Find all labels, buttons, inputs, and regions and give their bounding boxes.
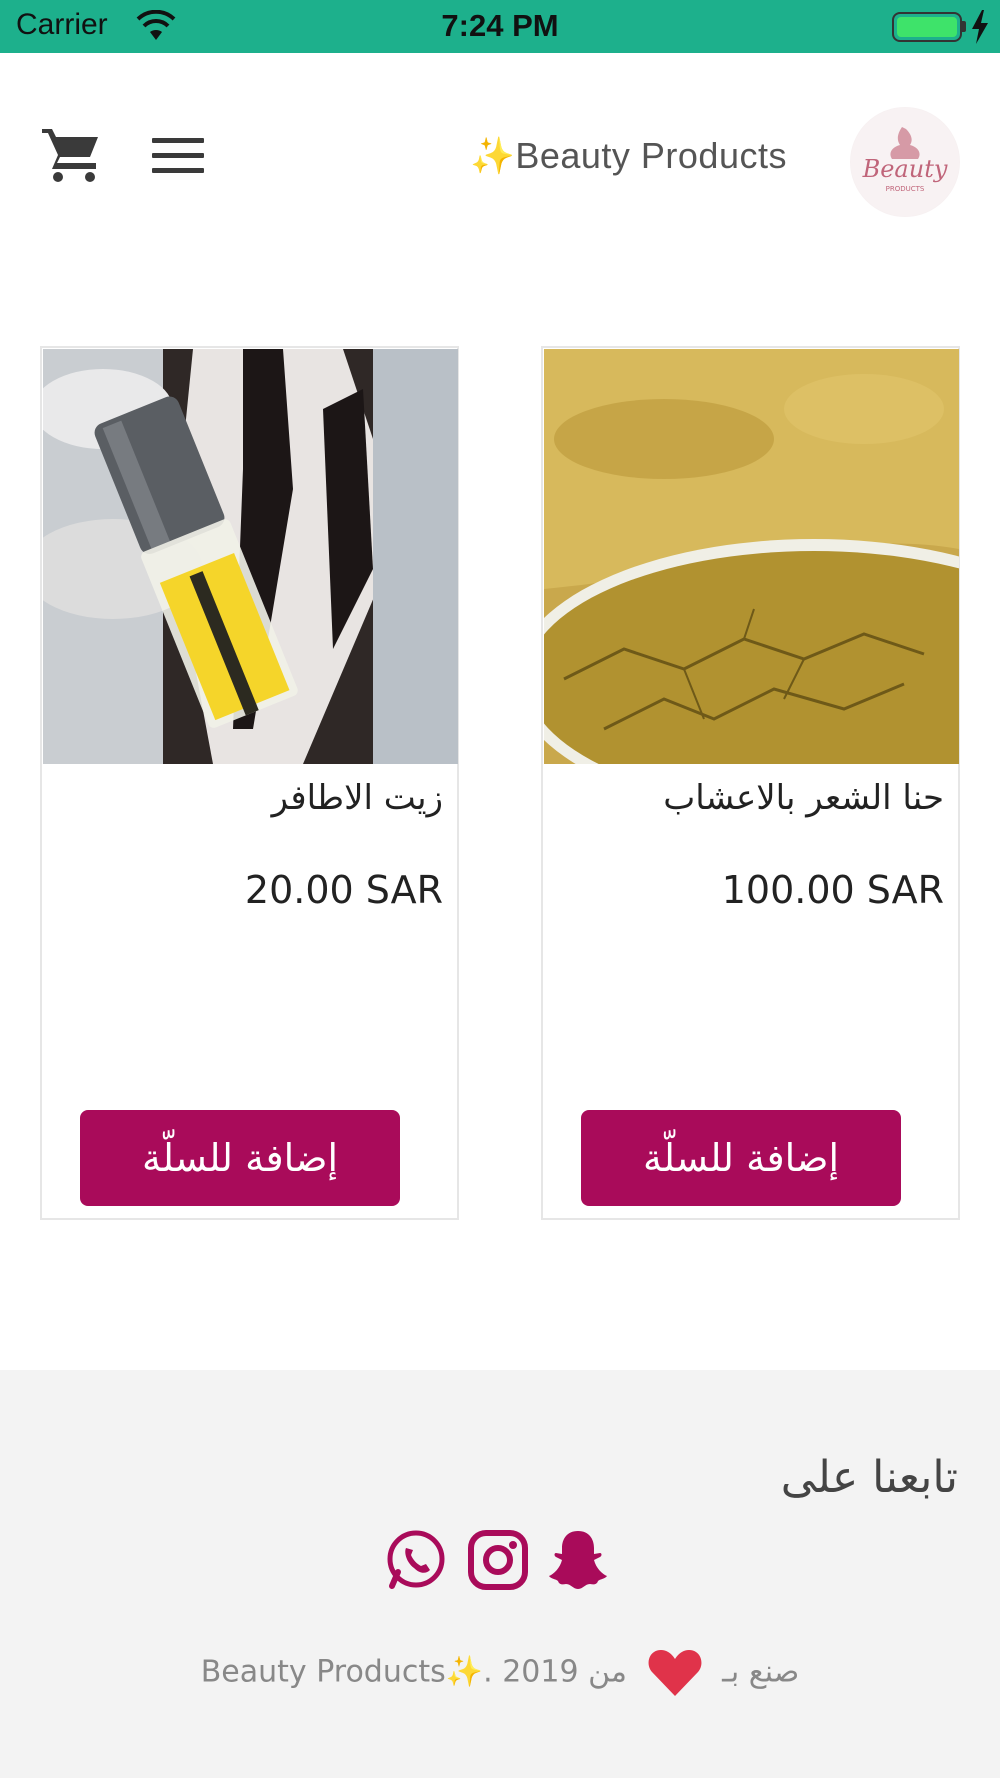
product-price: 100.00 SAR [721, 868, 944, 912]
product-name[interactable]: زيت الاطافر [53, 778, 443, 818]
clock: 7:24 PM [441, 8, 559, 43]
add-to-cart-button[interactable]: إضافة للسلّة [581, 1110, 901, 1206]
whatsapp-icon[interactable] [384, 1528, 448, 1592]
credit-prefix: صنع بـ [722, 1654, 800, 1690]
heart-icon [648, 1650, 701, 1696]
product-grid: زيت الاطافر 20.00 SAR إضافة للسلّة حنا ا… [40, 346, 960, 1220]
beauty-logo-icon: Beauty PRODUCTS [851, 108, 959, 216]
product-image[interactable] [544, 349, 959, 764]
product-image[interactable] [43, 349, 458, 764]
brand-logo[interactable]: Beauty PRODUCTS [850, 107, 960, 217]
nail-oil-bottle-photo [43, 349, 458, 764]
svg-text:Beauty: Beauty [862, 155, 948, 183]
made-with-love-credit: صنع بـ من 2019 .✨Beauty Products [0, 1648, 1000, 1698]
instagram-icon[interactable] [466, 1528, 530, 1592]
product-name[interactable]: حنا الشعر بالاعشاب [554, 778, 944, 818]
brand-title[interactable]: ✨Beauty Products [470, 135, 810, 177]
battery-cap [962, 21, 966, 32]
svg-text:PRODUCTS: PRODUCTS [886, 185, 925, 193]
social-links [384, 1528, 624, 1598]
herbal-henna-powder-photo [544, 349, 959, 764]
status-bar: Carrier 7:24 PM [0, 0, 1000, 53]
battery-icon [892, 12, 962, 42]
charging-bolt-icon [972, 10, 988, 44]
site-footer: تابعنا على صنع بـ من 2019 .✨Beauty Produ… [0, 1370, 1000, 1778]
credit-suffix: من 2019 .✨Beauty Products [200, 1654, 627, 1690]
add-to-cart-button[interactable]: إضافة للسلّة [80, 1110, 400, 1206]
cart-icon[interactable] [40, 125, 102, 183]
product-card[interactable]: زيت الاطافر 20.00 SAR إضافة للسلّة [40, 346, 459, 1220]
product-price: 20.00 SAR [244, 868, 443, 912]
app-header: ✨Beauty Products Beauty PRODUCTS [0, 53, 1000, 263]
hamburger-menu-icon[interactable] [152, 138, 204, 174]
snapchat-icon[interactable] [546, 1528, 610, 1592]
product-card[interactable]: حنا الشعر بالاعشاب 100.00 SAR إضافة للسل… [541, 346, 960, 1220]
follow-us-heading: تابعنا على [780, 1452, 958, 1503]
